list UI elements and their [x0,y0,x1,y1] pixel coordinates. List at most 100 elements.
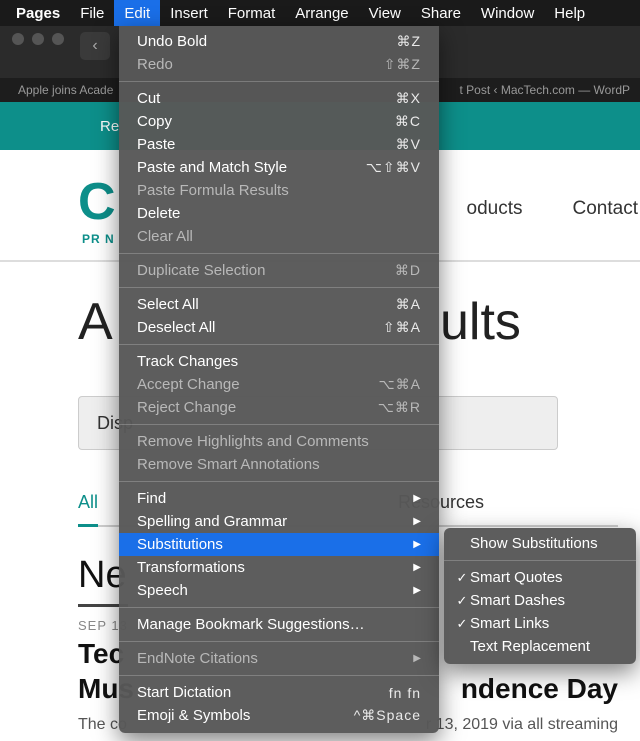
traffic-lights[interactable] [12,33,64,45]
menu-separator [119,81,439,82]
menubar-share[interactable]: Share [411,0,471,26]
story-line2-right: ndence Day [461,671,618,706]
page-title-left: A [78,292,113,352]
menu-item-spelling-and-grammar[interactable]: Spelling and Grammar [119,510,439,533]
menu-item-shortcut: ⌥⇧⌘V [366,159,421,176]
menu-item-copy[interactable]: Copy⌘C [119,110,439,133]
menu-item-delete[interactable]: Delete [119,202,439,225]
menu-item-cut[interactable]: Cut⌘X [119,87,439,110]
menu-item-paste[interactable]: Paste⌘V [119,133,439,156]
menubar-app[interactable]: Pages [6,0,70,26]
menu-item-shortcut: ⌘D [395,262,421,279]
menu-item-paste-formula-results: Paste Formula Results [119,179,439,202]
menu-item-label: Redo [137,56,384,73]
menu-item-shortcut: ⌘Z [396,33,421,50]
menu-item-label: Spelling and Grammar [137,513,413,530]
menubar-arrange[interactable]: Arrange [285,0,358,26]
menu-separator [119,641,439,642]
menu-item-label: Select All [137,296,396,313]
chevron-left-icon: ‹ [92,37,97,55]
site-logo[interactable]: C [78,172,114,232]
menu-item-shortcut: ⇧⌘Z [384,56,421,73]
menu-item-label: Deselect All [137,319,383,336]
menu-item-redo: Redo⇧⌘Z [119,53,439,76]
submenu-item-text-replacement[interactable]: Text Replacement [444,635,636,658]
submenu-item-smart-dashes[interactable]: ✓Smart Dashes [444,589,636,612]
submenu-item-smart-links[interactable]: ✓Smart Links [444,612,636,635]
menu-item-remove-highlights-and-comments: Remove Highlights and Comments [119,430,439,453]
back-button[interactable]: ‹ [80,32,110,60]
page-title-right: ults [440,292,521,352]
menu-item-label: Copy [137,113,395,130]
menubar-file[interactable]: File [70,0,114,26]
menu-item-label: Undo Bold [137,33,396,50]
menubar-insert[interactable]: Insert [160,0,218,26]
submenu-item-label: Smart Dashes [470,592,624,609]
check-icon: ✓ [454,570,470,586]
menu-item-shortcut: ⌥⌘A [379,376,421,393]
tab-title-left[interactable]: Apple joins Acade [18,83,113,97]
menu-separator [119,344,439,345]
menu-item-label: Accept Change [137,376,379,393]
tab-all[interactable]: All [78,492,98,527]
nav-products[interactable]: oducts [467,198,523,220]
edit-menu: Undo Bold⌘ZRedo⇧⌘ZCut⌘XCopy⌘CPaste⌘VPast… [119,26,439,733]
menubar-edit[interactable]: Edit [114,0,160,26]
nav-contact[interactable]: Contact [573,198,638,220]
submenu-item-show-substitutions[interactable]: Show Substitutions [444,532,636,555]
menu-separator [119,253,439,254]
menu-item-select-all[interactable]: Select All⌘A [119,293,439,316]
close-icon[interactable] [12,33,24,45]
site-logo-sub: PR N [82,232,115,246]
menu-item-manage-bookmark-suggestions[interactable]: Manage Bookmark Suggestions… [119,613,439,636]
menu-item-label: Duplicate Selection [137,262,395,279]
zoom-icon[interactable] [52,33,64,45]
menu-item-label: Substitutions [137,536,413,553]
submenu-item-smart-quotes[interactable]: ✓Smart Quotes [444,566,636,589]
menu-item-label: Delete [137,205,421,222]
submenu-item-label: Smart Links [470,615,624,632]
menu-item-label: Transformations [137,559,413,576]
submenu-item-label: Smart Quotes [470,569,624,586]
menu-item-shortcut: ⌘A [396,296,421,313]
menubar-view[interactable]: View [359,0,411,26]
menu-item-label: Speech [137,582,413,599]
menu-item-label: Find [137,490,413,507]
menubar-help[interactable]: Help [544,0,595,26]
menu-item-shortcut: ⌘X [396,90,421,107]
check-icon: ✓ [454,593,470,609]
menu-item-label: Emoji & Symbols [137,707,354,724]
menu-item-accept-change: Accept Change⌥⌘A [119,373,439,396]
menu-item-undo-bold[interactable]: Undo Bold⌘Z [119,30,439,53]
menu-item-emoji-symbols[interactable]: Emoji & Symbols^⌘Space [119,704,439,727]
menu-item-clear-all: Clear All [119,225,439,248]
story-line1: Tec [78,638,124,669]
check-icon: ✓ [454,616,470,632]
menu-item-deselect-all[interactable]: Deselect All⇧⌘A [119,316,439,339]
menu-item-label: EndNote Citations [137,650,413,667]
menu-separator [119,481,439,482]
menu-item-track-changes[interactable]: Track Changes [119,350,439,373]
menu-separator [119,424,439,425]
menu-item-substitutions[interactable]: Substitutions [119,533,439,556]
menu-item-transformations[interactable]: Transformations [119,556,439,579]
menu-item-label: Cut [137,90,396,107]
menu-separator [119,287,439,288]
menu-item-label: Paste and Match Style [137,159,366,176]
menu-item-start-dictation[interactable]: Start Dictationfn fn [119,681,439,704]
menu-item-label: Paste [137,136,396,153]
menu-item-paste-and-match-style[interactable]: Paste and Match Style⌥⇧⌘V [119,156,439,179]
menu-item-find[interactable]: Find [119,487,439,510]
hero-text: Re [100,118,119,135]
menu-item-shortcut: fn fn [389,685,421,701]
menu-item-shortcut: ^⌘Space [354,707,421,724]
minimize-icon[interactable] [32,33,44,45]
menubar-window[interactable]: Window [471,0,544,26]
tab-title-right[interactable]: t Post ‹ MacTech.com — WordP [460,83,631,97]
substitutions-submenu: Show Substitutions✓Smart Quotes✓Smart Da… [444,528,636,664]
menu-item-label: Paste Formula Results [137,182,421,199]
menubar-format[interactable]: Format [218,0,286,26]
blurb-right: r 13, 2019 via all streaming [426,716,618,734]
menu-item-speech[interactable]: Speech [119,579,439,602]
menu-item-shortcut: ⌘V [396,136,421,153]
